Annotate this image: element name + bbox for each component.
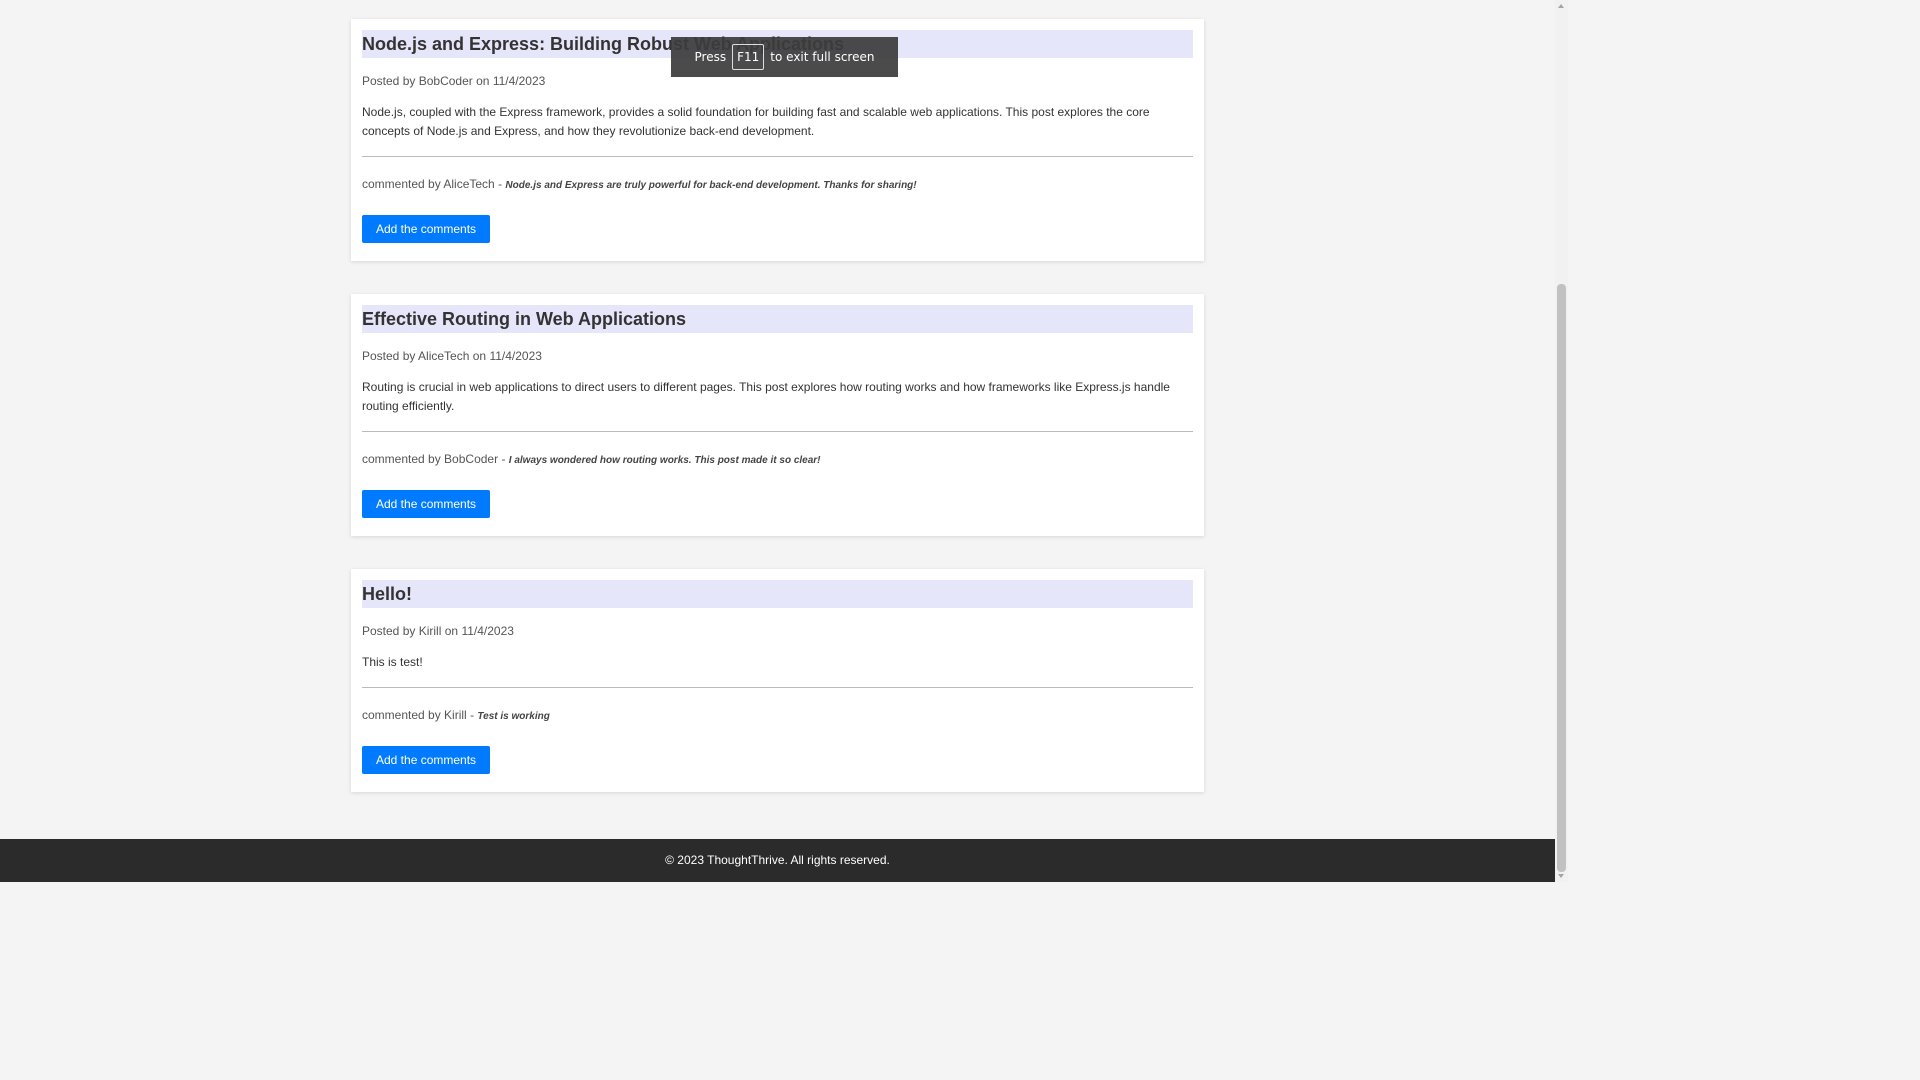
post-author: Kirill bbox=[418, 624, 442, 638]
posted-by-label: Posted by bbox=[362, 624, 416, 638]
browser-viewport: Node.js and Express: Building Robust Web… bbox=[0, 0, 1568, 882]
post-meta: Posted by Kirill on 11/4/2023 bbox=[362, 624, 1193, 638]
scrollbar-thumb[interactable] bbox=[1557, 284, 1566, 872]
commented-by-label: commented by bbox=[362, 708, 441, 722]
page-content: Node.js and Express: Building Robust Web… bbox=[0, 0, 1555, 882]
comment: commented by BobCoder - I always wondere… bbox=[362, 452, 1193, 468]
post-card: Effective Routing in Web Applications Po… bbox=[351, 294, 1204, 536]
post-card: Hello! Posted by Kirill on 11/4/2023 Thi… bbox=[351, 569, 1204, 792]
comment-text: Node.js and Express are truly powerful f… bbox=[505, 180, 917, 191]
post-body: This is test! bbox=[362, 655, 423, 669]
post-author: BobCoder bbox=[418, 74, 473, 88]
post-divider bbox=[362, 687, 1193, 688]
post-body: Node.js, coupled with the Express framew… bbox=[362, 105, 1150, 138]
comment-author: Kirill bbox=[444, 708, 467, 722]
post-body: Routing is crucial in web applications t… bbox=[362, 380, 1170, 413]
f11-key-badge: F11 bbox=[732, 44, 765, 70]
on-label: on bbox=[472, 349, 487, 363]
comment-text: Test is working bbox=[477, 711, 550, 722]
post-author: AliceTech bbox=[418, 349, 470, 363]
post-date: 11/4/2023 bbox=[461, 624, 514, 638]
fullscreen-exit-toast: Press F11 to exit full screen bbox=[671, 37, 898, 77]
post-date: 11/4/2023 bbox=[489, 349, 542, 363]
toast-suffix-label: to exit full screen bbox=[770, 50, 875, 64]
comment-author: AliceTech bbox=[443, 177, 495, 191]
vertical-scrollbar[interactable] bbox=[1555, 0, 1568, 882]
post-title: Effective Routing in Web Applications bbox=[362, 305, 1193, 333]
footer-copyright: © 2023 ThoughtThrive. All rights reserve… bbox=[665, 853, 890, 867]
post-title: Hello! bbox=[362, 580, 1193, 608]
comment-text: I always wondered how routing works. Thi… bbox=[508, 455, 821, 466]
posted-by-label: Posted by bbox=[362, 74, 416, 88]
site-footer: © 2023 ThoughtThrive. All rights reserve… bbox=[0, 839, 1555, 882]
on-label: on bbox=[444, 624, 459, 638]
post-list: Node.js and Express: Building Robust Web… bbox=[351, 19, 1204, 825]
comment-separator: - bbox=[470, 708, 475, 722]
post-date: 11/4/2023 bbox=[492, 74, 546, 88]
on-label: on bbox=[476, 74, 490, 88]
comment: commented by Kirill - Test is working bbox=[362, 708, 1193, 724]
post-divider bbox=[362, 156, 1193, 157]
comment-separator: - bbox=[498, 177, 503, 191]
commented-by-label: commented by bbox=[362, 452, 441, 466]
commented-by-label: commented by bbox=[362, 177, 441, 191]
scroll-up-arrow-icon[interactable] bbox=[1558, 4, 1564, 8]
comment: commented by AliceTech - Node.js and Exp… bbox=[362, 177, 1193, 193]
scroll-down-arrow-icon[interactable] bbox=[1558, 874, 1564, 878]
add-comment-button[interactable]: Add the comments bbox=[362, 746, 491, 774]
toast-press-label: Press bbox=[694, 50, 727, 64]
comment-author: BobCoder bbox=[444, 452, 499, 466]
posted-by-label: Posted by bbox=[362, 349, 416, 363]
add-comment-button[interactable]: Add the comments bbox=[362, 215, 491, 243]
add-comment-button[interactable]: Add the comments bbox=[362, 490, 491, 518]
comment-separator: - bbox=[501, 452, 506, 466]
post-divider bbox=[362, 431, 1193, 432]
post-meta: Posted by AliceTech on 11/4/2023 bbox=[362, 349, 1193, 363]
